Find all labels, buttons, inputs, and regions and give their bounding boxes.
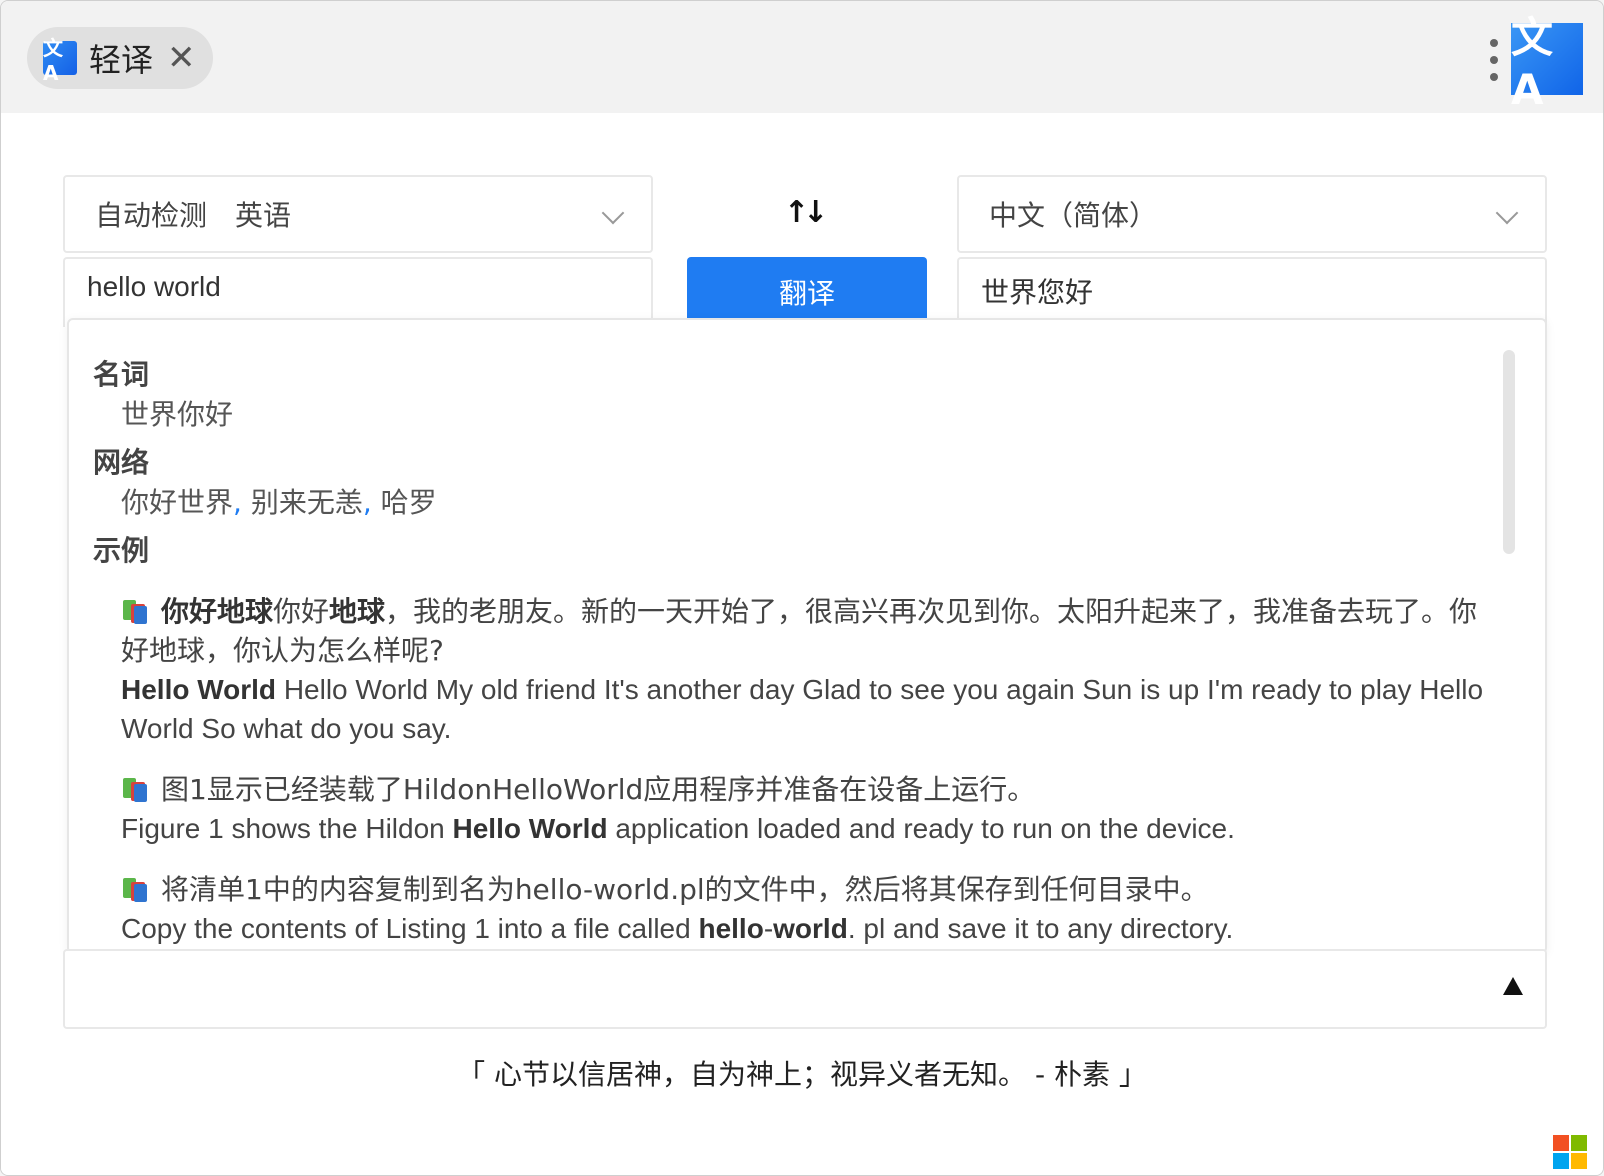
close-icon[interactable]: ✕ [167, 41, 196, 75]
triangle-up-icon[interactable] [1503, 977, 1523, 995]
book-icon [121, 778, 149, 802]
meaning-item: 哈罗 [380, 486, 437, 519]
dictionary-content: 名词 世界你好 网络 你好世界, 别来无恙, 哈罗 示例 你好地球你好地球，我的… [69, 320, 1505, 952]
dictionary-panel: 名词 世界你好 网络 你好世界, 别来无恙, 哈罗 示例 你好地球你好地球，我的… [67, 318, 1547, 954]
main-content: 自动检测 英语 ↑↓ 中文（简体） hello world 翻译 世界您好 名词… [1, 113, 1603, 1175]
footer-quote: 「 心节以信居神，自为神上；视异义者无知。 - 朴素 」 [457, 1058, 1147, 1091]
translate-icon: 文A [43, 36, 77, 85]
book-icon [121, 600, 149, 624]
example-en: Copy the contents of Listing 1 into a fi… [93, 909, 1505, 948]
logo-square [1571, 1153, 1587, 1169]
book-icon [121, 878, 149, 902]
example-item: 你好地球你好地球，我的老朋友。新的一天开始了，很高兴再次见到你。太阳升起来了，我… [93, 592, 1505, 748]
app-window: 文A 轻译 ✕ 文A 自动检测 英语 ↑↓ 中文（简体） hello world… [0, 0, 1604, 1176]
meaning-list-noun: 世界你好 [93, 394, 1505, 436]
example-en: Figure 1 shows the Hildon Hello World ap… [93, 809, 1505, 848]
source-language-select[interactable]: 自动检测 英语 [63, 175, 653, 253]
example-text: 将清单1中的内容复制到名为hello-world.pl的文件中，然后将其保存到任… [161, 873, 1209, 906]
example-cn: 将清单1中的内容复制到名为hello-world.pl的文件中，然后将其保存到任… [93, 870, 1505, 909]
example-text-bold: Hello World [121, 674, 277, 705]
logo-square [1571, 1135, 1587, 1151]
example-text: Hello World My old friend It's another d… [121, 674, 1484, 744]
example-text-bold: hello [698, 913, 764, 944]
source-text-input[interactable]: hello world [63, 257, 653, 327]
example-text: . pl and save it to any directory. [847, 913, 1234, 944]
logo-square [1553, 1135, 1569, 1151]
detected-language-label: 英语 [235, 199, 292, 232]
example-cn: 图1显示已经装载了HildonHelloWorld应用程序并准备在设备上运行。 [93, 770, 1505, 809]
meaning-item: 别来无恙 [250, 486, 363, 519]
example-text: 图1显示已经装载了HildonHelloWorld应用程序并准备在设备上运行。 [161, 773, 1036, 806]
example-text-bold: Hello World [452, 813, 608, 844]
windows-logo-icon [1553, 1135, 1587, 1169]
example-text: application loaded and ready to run on t… [607, 813, 1235, 844]
separator: , [362, 486, 381, 519]
example-item: 将清单1中的内容复制到名为hello-world.pl的文件中，然后将其保存到任… [93, 870, 1505, 948]
translate-button[interactable]: 翻译 [687, 257, 927, 327]
meaning-item: 你好世界 [121, 486, 234, 519]
title-bar: 文A 轻译 ✕ 文A [1, 1, 1603, 114]
example-text-bold: 地球 [329, 595, 386, 628]
more-vertical-icon[interactable] [1487, 39, 1501, 81]
meaning-list-web: 你好世界, 别来无恙, 哈罗 [93, 482, 1505, 524]
result-text: 世界您好 [957, 257, 1547, 327]
meaning-item: 世界你好 [121, 398, 234, 431]
example-text: - [763, 913, 774, 944]
target-language-label: 中文（简体） [989, 199, 1158, 232]
scrollbar-thumb[interactable] [1503, 350, 1515, 554]
chevron-down-icon [1495, 201, 1519, 225]
pos-heading-web: 网络 [93, 446, 150, 479]
example-text-bold: 你好地球 [161, 595, 274, 628]
pos-heading-noun: 名词 [93, 358, 150, 391]
example-text: Figure 1 shows the Hildon [121, 813, 453, 844]
app-logo-icon: 文A [1511, 13, 1583, 114]
example-en: Hello World Hello World My old friend It… [93, 670, 1505, 748]
source-language-label: 自动检测 [95, 199, 208, 232]
swap-languages-button[interactable]: ↑↓ [781, 195, 828, 235]
example-item: 图1显示已经装载了HildonHelloWorld应用程序并准备在设备上运行。 … [93, 770, 1505, 848]
example-text: 你好 [273, 595, 330, 628]
swap-icon: ↑↓ [783, 195, 828, 230]
tab-qingyi[interactable]: 文A 轻译 ✕ [27, 27, 213, 89]
examples-heading: 示例 [93, 534, 150, 567]
example-text-bold: world [773, 913, 848, 944]
logo-square [1553, 1153, 1569, 1169]
example-text: Copy the contents of Listing 1 into a fi… [121, 913, 699, 944]
separator: , [233, 486, 251, 519]
example-cn: 你好地球你好地球，我的老朋友。新的一天开始了，很高兴再次见到你。太阳升起来了，我… [93, 592, 1505, 670]
chevron-down-icon [601, 201, 625, 225]
target-language-select[interactable]: 中文（简体） [957, 175, 1547, 253]
tab-title: 轻译 [89, 41, 154, 79]
bottom-panel [63, 949, 1547, 1029]
